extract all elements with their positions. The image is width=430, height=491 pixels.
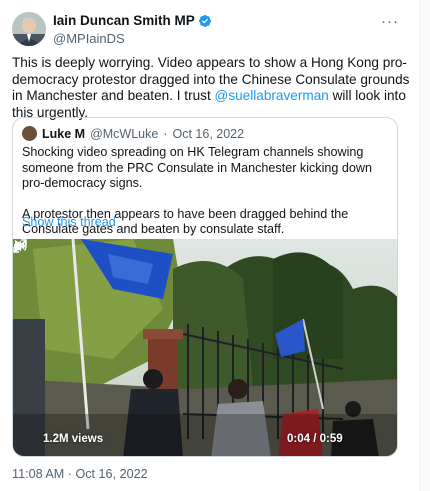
video-time-separator: / (310, 433, 320, 445)
author-avatar[interactable] (12, 12, 46, 46)
author-handle[interactable]: @MPIainDS (53, 31, 212, 46)
mention-link[interactable]: @suellabraverman (215, 88, 329, 103)
tweet-text: This is deeply worrying. Video appears t… (12, 55, 412, 121)
tweet-timestamp[interactable]: 11:08 AM · Oct 16, 2022 (12, 467, 148, 481)
video-player[interactable]: 1.2M views 0:04 / 0:59 (13, 239, 397, 456)
quoted-paragraph: Shocking video spreading on HK Telegram … (22, 145, 372, 190)
show-thread-link[interactable]: Show this thread (22, 215, 116, 229)
author-info: Iain Duncan Smith MP @MPIainDS (53, 13, 212, 46)
more-options-icon[interactable]: ··· (381, 13, 399, 30)
quoted-header: Luke M @McWLuke · Oct 16, 2022 (22, 126, 244, 141)
author-name[interactable]: Iain Duncan Smith MP (53, 13, 195, 28)
video-elapsed: 0:04 (287, 433, 311, 445)
quoted-avatar (22, 126, 37, 141)
tweet-card: Iain Duncan Smith MP @MPIainDS ··· This … (0, 0, 420, 491)
video-views: 1.2M views (43, 433, 104, 445)
author-name-row[interactable]: Iain Duncan Smith MP (53, 13, 212, 28)
fullscreen-icon[interactable] (13, 239, 27, 253)
video-time: 0:04 / 0:59 (287, 433, 343, 445)
meta-separator: · (163, 126, 168, 141)
verified-badge-icon (198, 14, 211, 27)
video-duration: 0:59 (319, 433, 343, 445)
quoted-author-name: Luke M (42, 126, 86, 141)
quoted-tweet[interactable]: Luke M @McWLuke · Oct 16, 2022 Shocking … (12, 117, 398, 457)
quoted-date: Oct 16, 2022 (172, 126, 245, 141)
quoted-author-handle: @McWLuke (90, 126, 159, 141)
video-frame (13, 239, 397, 456)
page-edge (419, 0, 430, 491)
